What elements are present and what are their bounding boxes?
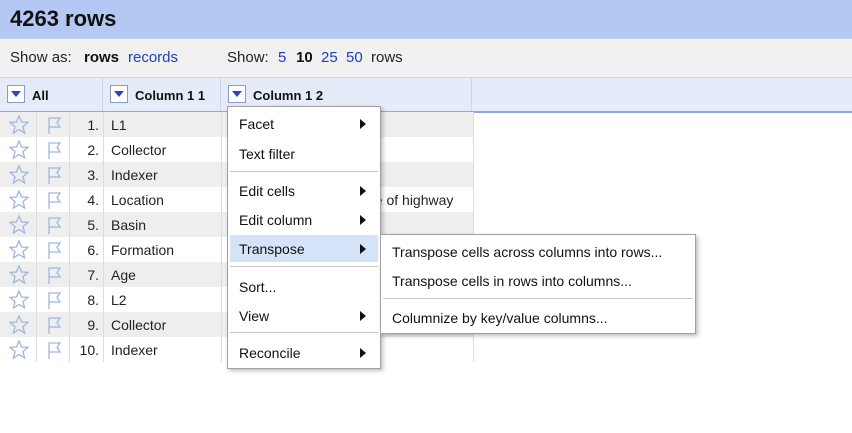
- menu-item-edit-cells[interactable]: Edit cells: [230, 177, 378, 204]
- show-label: Show:: [227, 49, 269, 66]
- flag-icon[interactable]: [36, 162, 70, 187]
- star-icon[interactable]: [0, 112, 37, 137]
- cell-column-1-1[interactable]: Collector: [103, 312, 222, 337]
- flag-icon[interactable]: [36, 312, 70, 337]
- flag-icon[interactable]: [36, 137, 70, 162]
- flag-icon[interactable]: [36, 262, 70, 287]
- show-as-label: Show as:: [10, 49, 72, 66]
- star-icon[interactable]: [0, 237, 37, 262]
- star-icon[interactable]: [0, 212, 37, 237]
- menu-separator: [230, 266, 378, 267]
- submenu-arrow-icon: [360, 186, 366, 196]
- submenu-arrow-icon: [360, 311, 366, 321]
- page-size-50[interactable]: 50: [346, 49, 363, 66]
- all-dropdown-icon[interactable]: [7, 85, 25, 103]
- star-icon[interactable]: [0, 187, 37, 212]
- menu-separator: [230, 171, 378, 172]
- star-icon[interactable]: [0, 262, 37, 287]
- column-label-1-1: Column 1 1: [135, 88, 206, 103]
- row-number: 8.: [69, 287, 104, 312]
- rows-suffix: rows: [371, 49, 403, 66]
- transpose-submenu: Transpose cells across columns into rows…: [380, 234, 696, 334]
- row-count-title: 4263 rows: [10, 6, 117, 31]
- cell-column-1-1[interactable]: Location: [103, 187, 222, 212]
- menu-separator: [383, 298, 693, 299]
- cell-column-1-1[interactable]: Basin: [103, 212, 222, 237]
- page-size-10[interactable]: 10: [296, 49, 313, 66]
- column-header-all: All: [0, 78, 103, 111]
- menu-item-sort[interactable]: Sort...: [230, 273, 378, 300]
- menu-item-facet[interactable]: Facet: [230, 110, 378, 137]
- menu-item-transpose-rows-into-columns[interactable]: Transpose cells in rows into columns...: [383, 267, 693, 294]
- flag-icon[interactable]: [36, 187, 70, 212]
- menu-item-transpose[interactable]: Transpose: [230, 235, 378, 262]
- page-size-25[interactable]: 25: [321, 49, 338, 66]
- submenu-arrow-icon: [360, 215, 366, 225]
- row-number: 7.: [69, 262, 104, 287]
- cell-column-1-1[interactable]: L2: [103, 287, 222, 312]
- row-number: 9.: [69, 312, 104, 337]
- cell-column-1-1[interactable]: Age: [103, 262, 222, 287]
- menu-item-reconcile[interactable]: Reconcile: [230, 339, 378, 366]
- row-number: 1.: [69, 112, 104, 137]
- flag-icon[interactable]: [36, 287, 70, 312]
- menu-item-columnize[interactable]: Columnize by key/value columns...: [383, 304, 693, 331]
- cell-column-1-1[interactable]: L1: [103, 112, 222, 137]
- row-number: 10.: [69, 337, 104, 362]
- page-size-5[interactable]: 5: [278, 49, 286, 66]
- flag-icon[interactable]: [36, 212, 70, 237]
- cell-column-1-1[interactable]: Indexer: [103, 162, 222, 187]
- column-label-all: All: [32, 88, 49, 103]
- flag-icon[interactable]: [36, 237, 70, 262]
- row-number: 4.: [69, 187, 104, 212]
- flag-icon[interactable]: [36, 337, 70, 362]
- star-icon[interactable]: [0, 287, 37, 312]
- cell-column-1-1[interactable]: Formation: [103, 237, 222, 262]
- show-as-rows[interactable]: rows: [84, 49, 119, 66]
- star-icon[interactable]: [0, 337, 37, 362]
- menu-separator: [230, 332, 378, 333]
- cell-column-1-1[interactable]: Collector: [103, 137, 222, 162]
- column-header-row: All Column 1 1 Column 1 2: [0, 77, 852, 113]
- column-1-2-dropdown-icon[interactable]: [228, 85, 246, 103]
- project-header: 4263 rows: [0, 0, 852, 38]
- menu-item-transpose-across-columns[interactable]: Transpose cells across columns into rows…: [383, 238, 693, 265]
- column-1-1-dropdown-icon[interactable]: [110, 85, 128, 103]
- submenu-arrow-icon: [360, 244, 366, 254]
- submenu-arrow-icon: [360, 119, 366, 129]
- column-label-1-2: Column 1 2: [253, 88, 324, 103]
- view-controls-bar: Show as: rows records Show: 5 10 25 50 r…: [0, 38, 852, 77]
- star-icon[interactable]: [0, 312, 37, 337]
- row-number: 2.: [69, 137, 104, 162]
- row-number: 5.: [69, 212, 104, 237]
- menu-item-edit-column[interactable]: Edit column: [230, 206, 378, 233]
- row-number: 6.: [69, 237, 104, 262]
- star-icon[interactable]: [0, 162, 37, 187]
- show-as-records-link[interactable]: records: [128, 49, 178, 66]
- menu-item-text-filter[interactable]: Text filter: [230, 140, 378, 167]
- star-icon[interactable]: [0, 137, 37, 162]
- flag-icon[interactable]: [36, 112, 70, 137]
- menu-item-view[interactable]: View: [230, 302, 378, 329]
- column-dropdown-menu: Facet Text filter Edit cells Edit column…: [227, 106, 381, 369]
- submenu-arrow-icon: [360, 348, 366, 358]
- cell-column-1-1[interactable]: Indexer: [103, 337, 222, 362]
- row-number: 3.: [69, 162, 104, 187]
- column-header-1-1: Column 1 1: [103, 78, 221, 111]
